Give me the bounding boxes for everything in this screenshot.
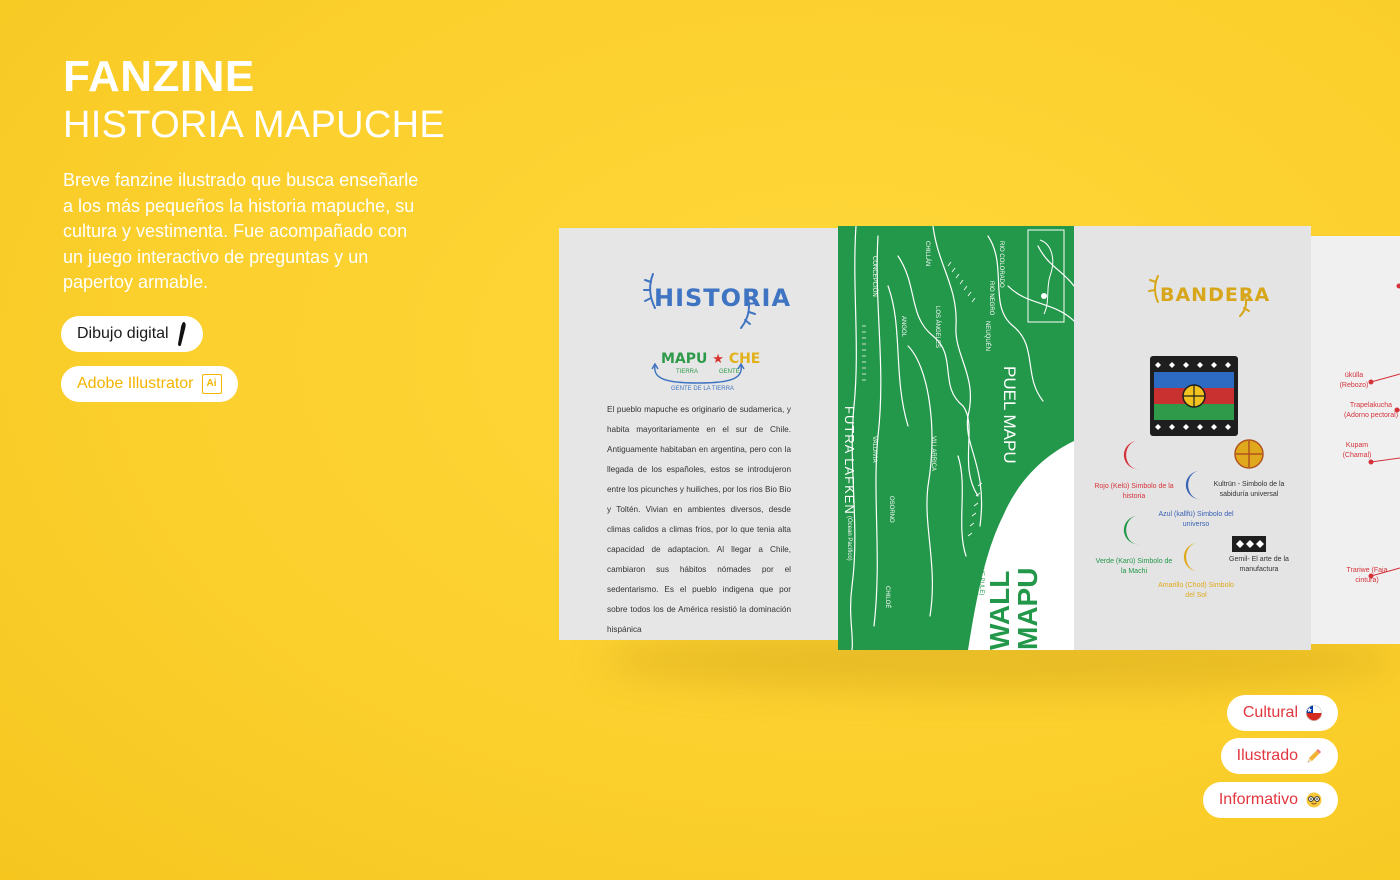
fanzine-panel-mapa: CONCEPCIÓN CHILLÁN LOS ÁNGELES ANGOL VAL… <box>838 226 1074 650</box>
yellow-moon-icon <box>1183 543 1200 572</box>
vestimenta-label-ukulla: ükülla (Rebozo) <box>1339 372 1369 389</box>
green-moon-icon <box>1123 516 1140 545</box>
nerd-face-icon <box>1306 792 1322 808</box>
place-neuquen: NEUQUÉN <box>984 321 990 352</box>
historia-body-text: El pueblo mapuche es originario de sudam… <box>607 405 791 634</box>
puel-mapu-label: PUEL MAPU <box>1000 366 1019 464</box>
historia-heading: HISTORIA <box>654 284 792 312</box>
kultrun-icon <box>1234 439 1264 469</box>
wall-mapu-title: WALL MAPU <box>984 567 1043 650</box>
tag-informativo[interactable]: Informativo <box>1202 782 1338 818</box>
tool-label: Dibujo digital <box>77 325 169 342</box>
vestimenta-label-trapelakucha: Trapelakucha (Adorno pectoral) <box>1343 402 1399 419</box>
place-valdivia: VALDIVIA <box>871 436 877 463</box>
vestimenta-label-kupam: Kupam (Chamal) <box>1342 442 1372 459</box>
tag-label: Ilustrado <box>1236 747 1298 764</box>
tool-pill-adobe-illustrator[interactable]: Adobe Illustrator Ai <box>61 366 238 402</box>
tag-ilustrado[interactable]: Ilustrado <box>1220 738 1338 774</box>
symbol-label-verde: Verde (Karü) Simbolo de la Machi <box>1095 558 1173 575</box>
vestimenta-label-trariwe: Trariwe (Faja cintura) <box>1346 567 1388 584</box>
place-angol: ANGOL <box>900 316 906 338</box>
adobe-illustrator-icon: Ai <box>201 374 222 394</box>
textile-pattern-icon <box>1232 536 1266 552</box>
futra-lafken-label: FUTRA LAFKEN <box>842 406 857 515</box>
tool-pill-digital-drawing[interactable]: Dibujo digital <box>61 316 203 352</box>
red-moon-icon <box>1123 441 1140 470</box>
gente-de-la-tierra-label: GENTE DE LA TIERRA <box>671 386 734 392</box>
page-subtitle: HISTORIA MAPUCHE <box>63 104 446 146</box>
place-villarrica: VILLARRICA <box>930 436 936 472</box>
place-osorno: OSORNO <box>888 496 894 523</box>
mapuche-flag-icon <box>1150 356 1238 436</box>
symbol-label-amarillo: Amarillo (Chod) Simbolo del Sol <box>1158 582 1234 599</box>
symbol-label-rojo: Rojo (Kelü) Simbolo de la historia <box>1094 483 1174 500</box>
place-chillan: CHILLÁN <box>924 241 930 267</box>
bracket-arrow-icon <box>651 363 745 384</box>
symbol-label-kultrun: Kultrün - Simbolo de la sabiduría univer… <box>1213 481 1285 498</box>
project-description: Breve fanzine ilustrado que busca enseña… <box>63 170 419 292</box>
place-rio-negro: RIO NEGRO <box>988 281 994 316</box>
futra-lafken-sublabel: (Ocean Pacífico) <box>846 516 852 561</box>
place-los-angeles: LOS ÁNGELES <box>934 306 940 349</box>
chile-flag-icon <box>1306 705 1322 721</box>
symbol-label-azul: Azul (kallfü) Simbolo del universo <box>1158 511 1234 528</box>
place-rio-colorado: RIO COLORADO <box>998 241 1004 288</box>
place-chiloe: CHILOÉ <box>884 586 890 609</box>
place-concepcion: CONCEPCIÓN <box>871 256 877 297</box>
tool-label: Adobe Illustrator <box>77 375 194 392</box>
brush-stroke-icon <box>177 321 187 347</box>
fanzine-panel-historia: HISTORIA MAPU ★ CHE TIERRA GENTE GENTE D… <box>559 228 838 640</box>
bandera-heading: BANDERA <box>1160 284 1271 306</box>
pencil-icon <box>1306 748 1322 764</box>
tag-cultural[interactable]: Cultural <box>1226 695 1338 731</box>
tag-label: Cultural <box>1242 704 1298 721</box>
symbol-label-gemil: Gemil- El arte de la manufactura <box>1229 556 1289 573</box>
fanzine-panel-vestimenta: ükülla (Rebozo) Trapelakucha (Adorno pec… <box>1311 236 1400 644</box>
blue-moon-icon <box>1185 471 1202 500</box>
tag-label: Informativo <box>1218 791 1298 808</box>
fanzine-panel-bandera: BANDERA Rojo (Kelü) Simbolo de la histor… <box>1074 226 1311 650</box>
page-title: FANZINE <box>63 52 255 101</box>
